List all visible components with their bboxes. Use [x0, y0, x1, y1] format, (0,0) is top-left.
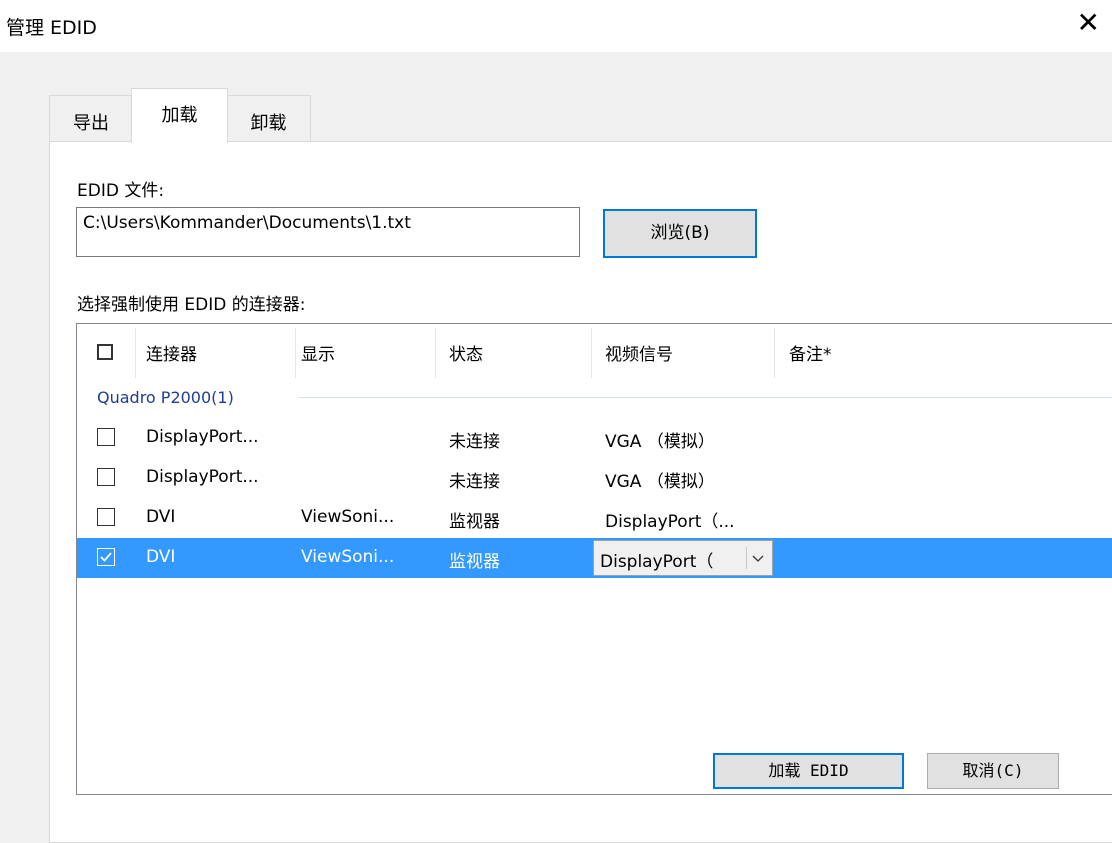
row-checkbox[interactable] [97, 428, 115, 446]
table-row[interactable]: DisplayPort... 未连接 VGA （模拟） [77, 418, 1112, 458]
cell-signal: VGA （模拟） [605, 472, 715, 492]
tab-export-label: 导出 [73, 113, 109, 134]
edid-file-input[interactable] [76, 207, 580, 257]
connector-list-label: 选择强制使用 EDID 的连接器: [77, 295, 306, 315]
cell-signal: VGA （模拟） [605, 432, 715, 452]
column-divider [435, 328, 436, 378]
row-checkbox[interactable] [97, 468, 115, 486]
tab-unload-label: 卸载 [250, 113, 287, 134]
group-header: Quadro P2000(1) [97, 388, 234, 407]
close-icon[interactable]: ✕ [1077, 9, 1100, 37]
cell-connector: DVI [146, 507, 176, 527]
cell-connector: DisplayPort... [146, 427, 259, 447]
list-header: 连接器 显示 状态 视频信号 备注* [77, 324, 1112, 378]
column-header-notes[interactable]: 备注* [789, 340, 832, 365]
dropdown-divider [746, 547, 747, 569]
column-header-connector[interactable]: 连接器 [146, 340, 197, 365]
cell-status: 未连接 [449, 472, 500, 492]
select-all-checkbox[interactable] [97, 344, 113, 360]
column-divider [135, 328, 136, 378]
row-checkbox[interactable] [97, 508, 115, 526]
tab-load[interactable]: 加载 [131, 88, 228, 143]
checkmark-icon [100, 552, 112, 562]
browse-button[interactable]: 浏览(B) [603, 209, 757, 258]
cancel-button[interactable]: 取消(C) [927, 753, 1059, 789]
load-edid-button[interactable]: 加载 EDID [713, 753, 904, 789]
cell-display: ViewSoni... [301, 547, 395, 567]
column-header-signal[interactable]: 视频信号 [605, 340, 673, 365]
cell-status: 监视器 [449, 512, 500, 532]
chevron-down-icon[interactable] [750, 550, 766, 566]
column-divider [774, 328, 775, 378]
cell-status: 未连接 [449, 432, 500, 452]
cell-connector: DisplayPort... [146, 467, 259, 487]
table-row-selected[interactable]: DVI ViewSoni... 监视器 DisplayPort（ [77, 538, 1112, 578]
tab-load-label: 加载 [161, 105, 198, 126]
table-row[interactable]: DisplayPort... 未连接 VGA （模拟） [77, 458, 1112, 498]
signal-dropdown[interactable]: DisplayPort（ [593, 540, 773, 576]
cell-connector: DVI [146, 547, 176, 567]
title-bar: 管理 EDID ✕ [0, 0, 1112, 52]
row-checkbox-checked[interactable] [97, 548, 115, 566]
column-divider [295, 328, 296, 378]
cell-signal: DisplayPort（... [605, 512, 735, 532]
table-row[interactable]: DVI ViewSoni... 监视器 DisplayPort（... [77, 498, 1112, 538]
column-header-display[interactable]: 显示 [301, 340, 335, 365]
group-divider [299, 397, 1112, 398]
cell-display: ViewSoni... [301, 507, 395, 527]
signal-dropdown-value: DisplayPort（ [600, 552, 714, 572]
column-header-status[interactable]: 状态 [449, 340, 483, 365]
tab-export[interactable]: 导出 [49, 95, 133, 142]
connector-list[interactable]: 连接器 显示 状态 视频信号 备注* Quadro P2000(1) Displ… [76, 323, 1112, 795]
window-title: 管理 EDID [6, 17, 97, 39]
tab-unload[interactable]: 卸载 [226, 95, 311, 142]
edid-file-label: EDID 文件: [77, 181, 165, 201]
cell-status: 监视器 [449, 552, 500, 572]
column-divider [591, 328, 592, 378]
